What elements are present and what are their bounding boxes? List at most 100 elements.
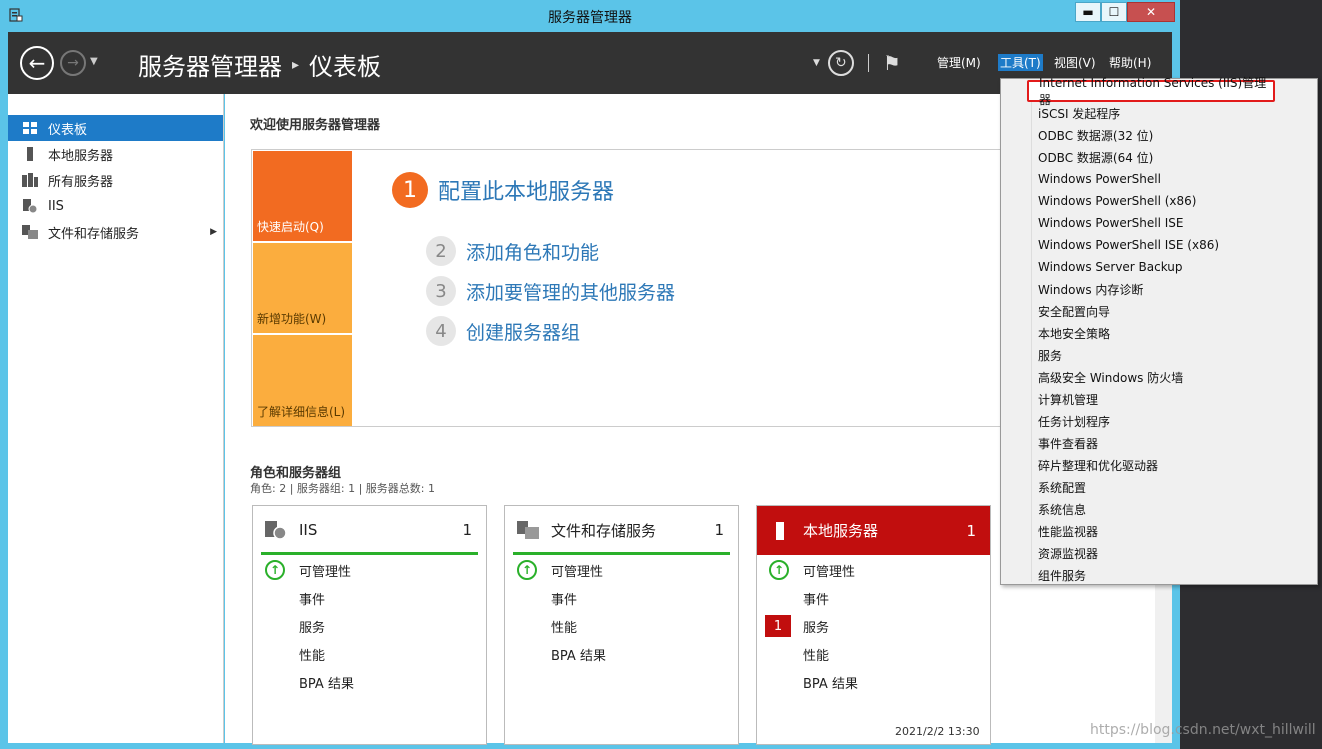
step-number: 3	[426, 276, 456, 306]
close-button[interactable]: ✕	[1127, 2, 1175, 22]
forward-arrow-icon[interactable]: →	[60, 50, 86, 76]
roles-heading: 角色和服务器组	[250, 466, 342, 481]
card-row-services[interactable]: 1 服务	[765, 615, 975, 637]
card-row-manageability[interactable]: ↑ 可管理性	[769, 559, 979, 581]
menu-item-resource-monitor[interactable]: 资源监视器	[1038, 542, 1312, 564]
step-add-servers[interactable]: 3 添加要管理的其他服务器	[426, 276, 675, 306]
card-row-events[interactable]: 事件	[517, 587, 727, 609]
role-card-iis[interactable]: IIS 1 ↑ 可管理性 事件 服务 性能 BPA 结果	[252, 505, 487, 745]
card-count: 1	[714, 521, 724, 539]
tile-quick-start[interactable]: 快速启动(Q)	[253, 151, 352, 241]
step-number: 2	[426, 236, 456, 266]
row-label: 事件	[551, 592, 578, 608]
minimize-button[interactable]: ▬	[1075, 2, 1101, 22]
menu-item-services[interactable]: 服务	[1038, 344, 1312, 366]
watermark-text: https://blog.csdn.net/wxt_hillwill	[1090, 722, 1316, 738]
card-row-manageability[interactable]: ↑ 可管理性	[265, 559, 475, 581]
alert-count-badge[interactable]: 1	[765, 615, 791, 637]
notification-flag-icon[interactable]: ⚑	[883, 51, 901, 75]
dropdown-small-icon[interactable]: ▼	[813, 58, 820, 68]
window-controls: ▬ ☐ ✕	[1075, 2, 1175, 22]
step-label[interactable]: 配置此本地服务器	[438, 174, 614, 206]
menu-item-odbc-32[interactable]: ODBC 数据源(32 位)	[1038, 124, 1312, 146]
menu-item-server-backup[interactable]: Windows Server Backup	[1038, 256, 1312, 278]
card-row-bpa[interactable]: BPA 结果	[769, 671, 979, 693]
maximize-button[interactable]: ☐	[1101, 2, 1127, 22]
menu-item-computer-management[interactable]: 计算机管理	[1038, 388, 1312, 410]
menu-item-performance-monitor[interactable]: 性能监视器	[1038, 520, 1312, 542]
row-label: 可管理性	[803, 564, 856, 580]
step-add-roles[interactable]: 2 添加角色和功能	[426, 236, 599, 266]
card-row-services[interactable]: 服务	[265, 615, 475, 637]
step-label[interactable]: 添加要管理的其他服务器	[466, 278, 675, 305]
card-title: 本地服务器	[803, 522, 879, 540]
title-bar[interactable]: 服务器管理器 ▬ ☐ ✕	[0, 0, 1180, 32]
refresh-icon[interactable]: ↻	[827, 50, 854, 76]
card-header[interactable]: 文件和存储服务 1	[505, 506, 738, 554]
menu-manage[interactable]: 管理(M)	[937, 54, 981, 71]
menu-item-system-info[interactable]: 系统信息	[1038, 498, 1312, 520]
menu-item-firewall[interactable]: 高级安全 Windows 防火墙	[1038, 366, 1312, 388]
card-row-manageability[interactable]: ↑ 可管理性	[517, 559, 727, 581]
menu-item-powershell-x86[interactable]: Windows PowerShell (x86)	[1038, 190, 1312, 212]
menu-item-powershell[interactable]: Windows PowerShell	[1038, 168, 1312, 190]
card-row-events[interactable]: 事件	[769, 587, 979, 609]
role-card-local-server[interactable]: 本地服务器 1 ↑ 可管理性 事件 1 服务 性能 BPA 结果	[756, 505, 991, 745]
menu-item-powershell-ise-x86[interactable]: Windows PowerShell ISE (x86)	[1038, 234, 1312, 256]
status-bar-green	[513, 552, 730, 555]
tile-learn-more[interactable]: 了解详细信息(L)	[253, 335, 352, 426]
history-dropdown-icon[interactable]: ▼	[90, 56, 98, 67]
role-card-file-storage[interactable]: 文件和存储服务 1 ↑ 可管理性 事件 性能 BPA 结果	[504, 505, 739, 745]
sidebar-item-local-server[interactable]: 本地服务器	[8, 141, 223, 167]
step-configure-local-server[interactable]: 1 配置此本地服务器	[392, 172, 614, 208]
menu-help[interactable]: 帮助(H)	[1109, 54, 1151, 71]
menu-item-event-viewer[interactable]: 事件查看器	[1038, 432, 1312, 454]
card-row-performance[interactable]: 性能	[769, 643, 979, 665]
dashboard-icon	[22, 121, 38, 135]
menu-item-odbc-64[interactable]: ODBC 数据源(64 位)	[1038, 146, 1312, 168]
sidebar-item-dashboard[interactable]: 仪表板	[8, 115, 223, 141]
row-label: 事件	[299, 592, 326, 608]
card-header[interactable]: 本地服务器 1	[757, 506, 990, 555]
menu-item-powershell-ise[interactable]: Windows PowerShell ISE	[1038, 212, 1312, 234]
step-number: 4	[426, 316, 456, 346]
sidebar-item-file-storage[interactable]: 文件和存储服务 ▶	[8, 219, 223, 245]
navigation-bar: ← → ▼ 服务器管理器 ▸ 仪表板 ▼ ↻ ⚑ 管理(M) 工具(T) 视图(…	[8, 32, 1172, 94]
step-label[interactable]: 添加角色和功能	[466, 238, 599, 265]
sidebar-item-label: 本地服务器	[48, 148, 114, 164]
card-row-events[interactable]: 事件	[265, 587, 475, 609]
sidebar-item-label: 所有服务器	[48, 174, 114, 190]
menu-item-defrag[interactable]: 碎片整理和优化驱动器	[1038, 454, 1312, 476]
expand-arrow-icon[interactable]: ▶	[210, 227, 217, 237]
row-label: 事件	[803, 592, 830, 608]
back-arrow-icon[interactable]: ←	[20, 46, 54, 80]
menu-item-local-security-policy[interactable]: 本地安全策略	[1038, 322, 1312, 344]
menu-item-iis-manager[interactable]: Internet Information Services (IIS)管理器	[1027, 76, 1275, 107]
menu-item-security-wizard[interactable]: 安全配置向导	[1038, 300, 1312, 322]
breadcrumb-root[interactable]: 服务器管理器	[138, 47, 282, 82]
menu-item-component-services[interactable]: 组件服务	[1038, 564, 1312, 586]
sidebar: 仪表板 本地服务器 所有服务器 IIS 文件和存储服务 ▶	[8, 94, 224, 743]
sidebar-item-all-servers[interactable]: 所有服务器	[8, 167, 223, 193]
card-row-bpa[interactable]: BPA 结果	[517, 643, 727, 665]
menu-item-task-scheduler[interactable]: 任务计划程序	[1038, 410, 1312, 432]
breadcrumb-page: 仪表板	[309, 53, 382, 81]
row-label: 可管理性	[299, 564, 352, 580]
step-label[interactable]: 创建服务器组	[466, 318, 580, 345]
window-title: 服务器管理器	[548, 10, 632, 26]
row-label: 服务	[803, 620, 830, 636]
menu-item-system-config[interactable]: 系统配置	[1038, 476, 1312, 498]
card-title: 文件和存储服务	[551, 521, 657, 540]
card-header[interactable]: IIS 1	[253, 506, 486, 554]
menu-view[interactable]: 视图(V)	[1054, 54, 1096, 71]
menu-tools[interactable]: 工具(T)	[998, 54, 1043, 71]
menu-item-iscsi-initiator[interactable]: iSCSI 发起程序	[1038, 102, 1312, 124]
tile-whats-new[interactable]: 新增功能(W)	[253, 243, 352, 333]
card-row-performance[interactable]: 性能	[265, 643, 475, 665]
menu-item-memory-diagnostic[interactable]: Windows 内存诊断	[1038, 278, 1312, 300]
row-label: 性能	[299, 648, 326, 664]
sidebar-item-iis[interactable]: IIS	[8, 193, 223, 219]
step-create-server-group[interactable]: 4 创建服务器组	[426, 316, 580, 346]
card-row-bpa[interactable]: BPA 结果	[265, 671, 475, 693]
card-row-performance[interactable]: 性能	[517, 615, 727, 637]
